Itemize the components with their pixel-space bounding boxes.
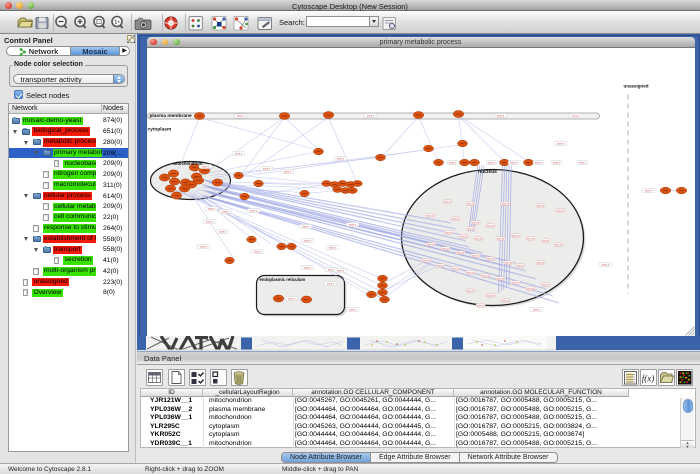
- svg-text:xxxx x: xxxx x: [349, 223, 357, 226]
- svg-text:xxx xx: xxx xx: [527, 287, 535, 290]
- svg-text:xxxx x: xxxx x: [337, 157, 345, 160]
- svg-text:xxx xx: xxx xx: [427, 243, 435, 246]
- svg-text:xxxx x: xxxx x: [488, 161, 496, 164]
- svg-text:xxxx x: xxxx x: [235, 152, 243, 155]
- svg-text:xxxx x: xxxx x: [304, 266, 312, 269]
- svg-text:xxxx x: xxxx x: [200, 245, 208, 248]
- svg-text:xxxx x: xxxx x: [497, 114, 505, 117]
- svg-text:xxxx x: xxxx x: [553, 161, 561, 164]
- svg-text:xxxx x: xxxx x: [302, 225, 310, 228]
- svg-text:xxxx x: xxxx x: [219, 230, 227, 233]
- svg-text:xxxx x: xxxx x: [602, 263, 610, 266]
- svg-text:xxx xx: xxx xx: [467, 227, 475, 230]
- svg-text:xxx xx: xxx xx: [437, 264, 445, 267]
- svg-text:xxx xx: xxx xx: [452, 217, 460, 220]
- svg-text:xxx xx: xxx xx: [557, 209, 565, 212]
- svg-text:xxx xx: xxx xx: [542, 239, 550, 242]
- svg-text:xxxx x: xxxx x: [579, 161, 587, 164]
- svg-text:xxx xx: xxx xx: [427, 214, 435, 217]
- svg-text:xxx xx: xxx xx: [487, 294, 495, 297]
- svg-text:xxxx x: xxxx x: [533, 308, 541, 311]
- svg-text:xxx xx: xxx xx: [445, 231, 453, 234]
- svg-text:xxx xx: xxx xx: [460, 235, 468, 238]
- svg-text:mitochondrion: mitochondrion: [172, 161, 202, 166]
- svg-text:cytoplasm: cytoplasm: [147, 126, 171, 132]
- svg-text:xxxx x: xxxx x: [284, 170, 292, 173]
- svg-text:xxx xx: xxx xx: [444, 200, 452, 203]
- svg-text:xxx xx: xxx xx: [517, 264, 525, 267]
- svg-text:xxx xx: xxx xx: [477, 304, 485, 307]
- svg-text:xxx xx: xxx xx: [452, 267, 460, 270]
- svg-text:xxx xx: xxx xx: [537, 204, 545, 207]
- svg-text:f(x): f(x): [642, 373, 655, 383]
- svg-text:xxxx x: xxxx x: [645, 189, 653, 192]
- svg-text:xxxx x: xxxx x: [572, 114, 580, 117]
- svg-text:xxx xx: xxx xx: [472, 254, 480, 257]
- svg-text:xxxx x: xxxx x: [535, 161, 543, 164]
- svg-text:xxx xx: xxx xx: [512, 281, 520, 284]
- svg-text:xxxx x: xxxx x: [222, 210, 230, 213]
- svg-text:xxx xx: xxx xx: [542, 283, 550, 286]
- svg-text:xxx xx: xxx xx: [512, 234, 520, 237]
- svg-text:xxx xx: xxx xx: [527, 237, 535, 240]
- svg-text:plasma membrane: plasma membrane: [149, 113, 191, 119]
- svg-text:xxxx x: xxxx x: [237, 115, 245, 118]
- svg-text:xxxx x: xxxx x: [327, 282, 335, 285]
- svg-text:xxx xx: xxx xx: [487, 257, 495, 260]
- svg-text:xxxx x: xxxx x: [349, 308, 357, 311]
- svg-text:xxxx x: xxxx x: [250, 209, 258, 212]
- svg-text:xxx xx: xxx xx: [497, 277, 505, 280]
- svg-text:endoplasmic reticulum: endoplasmic reticulum: [259, 277, 305, 282]
- svg-text:xxxx x: xxxx x: [329, 246, 337, 249]
- svg-text:xxxx x: xxxx x: [254, 250, 262, 253]
- svg-text:xxx xx: xxx xx: [555, 243, 563, 246]
- svg-text:xxx xx: xxx xx: [442, 247, 450, 250]
- svg-text:xxx xx: xxx xx: [467, 202, 475, 205]
- svg-text:xxxx x: xxxx x: [208, 207, 216, 210]
- svg-text:xxx xx: xxx xx: [467, 271, 475, 274]
- svg-text:xxx xx: xxx xx: [497, 237, 505, 240]
- svg-text:xxxx x: xxxx x: [449, 161, 457, 164]
- svg-text:xxxx x: xxxx x: [288, 297, 296, 300]
- svg-text:xxx xx: xxx xx: [475, 237, 483, 240]
- svg-text:xxxx x: xxxx x: [557, 142, 565, 145]
- svg-text:xxx xx: xxx xx: [537, 261, 545, 264]
- svg-text:xxx xx: xxx xx: [422, 259, 430, 262]
- svg-text:xxx xx: xxx xx: [482, 274, 490, 277]
- svg-text:xxx xx: xxx xx: [457, 251, 465, 254]
- svg-text:nucleus: nucleus: [478, 169, 497, 175]
- svg-text:xxx xx: xxx xx: [487, 224, 495, 227]
- svg-text:unassigned: unassigned: [623, 83, 648, 88]
- svg-text:xxx xx: xxx xx: [505, 261, 513, 264]
- svg-text:xxxx x: xxxx x: [263, 167, 271, 170]
- svg-text:xxx xx: xxx xx: [502, 202, 510, 205]
- svg-text:xxxx x: xxxx x: [202, 165, 210, 168]
- svg-text:xxxx x: xxxx x: [206, 220, 214, 223]
- svg-text:xxxx x: xxxx x: [337, 269, 345, 272]
- svg-text:xxx xx: xxx xx: [502, 299, 510, 302]
- svg-text:xxx xx: xxx xx: [472, 221, 480, 224]
- svg-text:xxx xx: xxx xx: [467, 289, 475, 292]
- svg-text:xxxx x: xxxx x: [304, 239, 312, 242]
- svg-text:xxxx x: xxxx x: [510, 161, 518, 164]
- svg-text:xxxx x: xxxx x: [367, 114, 375, 117]
